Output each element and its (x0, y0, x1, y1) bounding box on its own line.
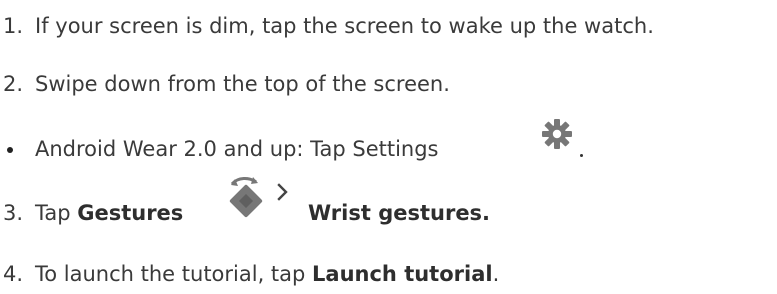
wrist-gesture-icon (222, 171, 270, 219)
step-text: Swipe down from the top of the screen. (35, 72, 450, 96)
gear-icon (541, 118, 573, 150)
step-text-container: Tap Gestures (35, 199, 183, 227)
bullet-icon (7, 147, 13, 153)
step-number: 1. (3, 14, 24, 38)
step-text-container: To launch the tutorial, tap Launch tutor… (35, 260, 499, 288)
step-number: 4. (3, 262, 24, 286)
gestures-label: Gestures (77, 201, 184, 225)
chevron-right-icon (276, 181, 290, 201)
wrist-gestures-label: Wrist gestures. (308, 201, 491, 225)
sub-step-text: Android Wear 2.0 and up: Tap Settings (35, 137, 439, 161)
step-text-prefix: To launch the tutorial, tap (35, 262, 313, 286)
launch-tutorial-label: Launch tutorial (312, 262, 493, 286)
step-text: If your screen is dim, tap the screen to… (35, 14, 654, 38)
step-text-suffix: . (492, 262, 500, 286)
step-text-prefix: Tap (35, 201, 78, 225)
step-number: 2. (3, 72, 24, 96)
instruction-list: 1. If your screen is dim, tap the screen… (0, 0, 777, 294)
period-mark (580, 154, 583, 157)
step-number: 3. (3, 201, 24, 225)
